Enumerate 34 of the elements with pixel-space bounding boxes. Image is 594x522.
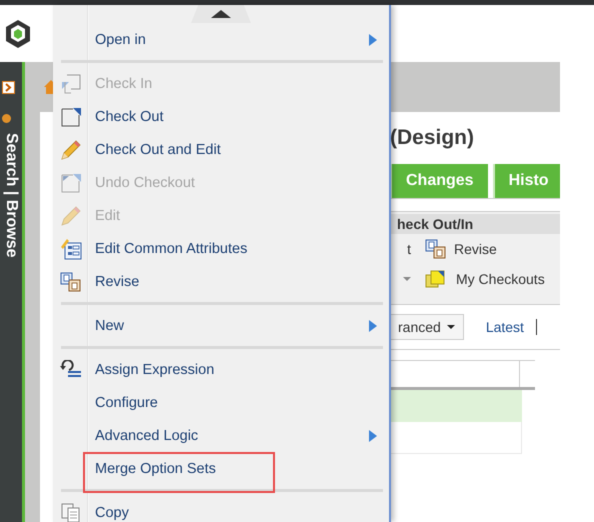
document-icon <box>60 72 82 94</box>
pencil-icon <box>60 138 82 160</box>
form-icon <box>60 238 82 260</box>
toolbar-button[interactable]: Revise <box>454 241 497 257</box>
menu-item[interactable]: Configure <box>95 394 158 410</box>
menu-item[interactable]: Advanced Logic <box>95 428 198 444</box>
menu-item[interactable]: New <box>95 318 124 334</box>
latest-link[interactable]: Latest <box>486 319 524 335</box>
menu-item[interactable]: Open in <box>95 32 146 48</box>
section-title: heck Out/In <box>397 216 474 232</box>
menu-item[interactable]: Edit Common Attributes <box>95 240 248 256</box>
revise-icon <box>60 272 82 292</box>
menu-item[interactable]: Assign Expression <box>95 362 214 378</box>
caret-icon[interactable] <box>403 277 411 281</box>
sidebar-tab[interactable]: Search | Browse <box>2 133 20 258</box>
toolbar-button[interactable]: t <box>407 241 411 257</box>
caret-up-icon <box>211 10 231 18</box>
menu-item[interactable]: Check Out and Edit <box>95 142 221 158</box>
pencil-icon <box>60 204 82 226</box>
list-icon <box>60 360 82 380</box>
dot-icon <box>2 114 10 123</box>
page-title: (Design) <box>390 126 474 150</box>
logo-icon <box>5 18 31 48</box>
menu-item[interactable]: Merge Option Sets <box>95 460 216 476</box>
toolbar-button[interactable]: My Checkouts <box>456 271 545 287</box>
caret-icon <box>446 325 455 329</box>
document-icon <box>60 106 82 128</box>
expand-icon[interactable] <box>2 81 14 94</box>
menu-item[interactable]: Check Out <box>95 108 164 124</box>
revise-icon <box>425 239 447 259</box>
menu-item[interactable]: Copy <box>95 504 129 520</box>
copy-icon <box>60 502 82 522</box>
menu-item[interactable]: Revise <box>95 274 140 290</box>
document-icon <box>60 172 82 194</box>
